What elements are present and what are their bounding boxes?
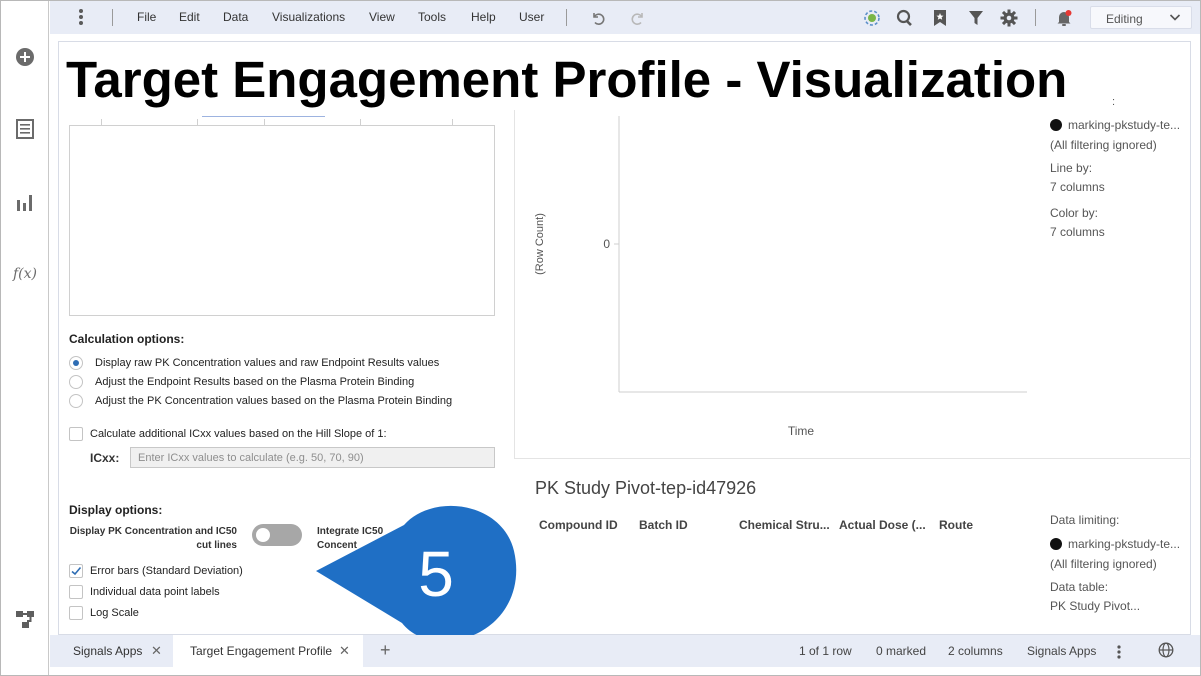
preview-plot-area (69, 125, 495, 316)
left-rail: f(x) (1, 1, 49, 675)
y-axis-label: (Row Count) (534, 213, 546, 275)
table-marking-text: marking-pkstudy-te... (1068, 537, 1181, 551)
tab-label: Target Engagement Profile (190, 644, 333, 658)
legend-marking-text: marking-pkstudy-te... (1068, 118, 1181, 132)
log-scale-label: Log Scale (90, 607, 139, 619)
search-icon[interactable] (895, 8, 915, 28)
menu-user[interactable]: User (519, 10, 544, 24)
column-header[interactable]: Chemical Stru... (739, 518, 830, 532)
radio-adjust-endpoint-label: Adjust the Endpoint Results based on the… (95, 376, 415, 388)
check-icon (71, 566, 82, 576)
column-header[interactable]: Actual Dose (... (839, 518, 926, 532)
data-table-value[interactable]: PK Study Pivot... (1050, 599, 1140, 613)
icxx-input[interactable] (130, 447, 495, 468)
legend-line-by-value[interactable]: 7 columns (1050, 180, 1105, 194)
menu-edit[interactable]: Edit (179, 10, 200, 24)
hierarchy-icon[interactable] (13, 607, 37, 631)
bar-chart-icon[interactable] (13, 190, 37, 214)
marking-dot-icon (1050, 538, 1062, 550)
status-app[interactable]: Signals Apps (1027, 644, 1096, 658)
gear-icon[interactable] (999, 8, 1019, 28)
radio-adjust-endpoint[interactable] (69, 375, 83, 389)
toggle-knob (256, 528, 270, 542)
page-title: Target Engagement Profile - Visualizatio… (66, 51, 1068, 108)
filter-icon[interactable] (966, 8, 986, 28)
column-header[interactable]: Batch ID (639, 518, 688, 532)
icxx-label: ICxx: (90, 451, 120, 465)
radio-raw-values-label: Display raw PK Concentration values and … (95, 357, 440, 369)
column-header[interactable]: Route (939, 518, 973, 532)
add-tab-icon[interactable]: + (380, 640, 391, 661)
menu-file[interactable]: File (137, 10, 156, 24)
mode-dropdown[interactable]: Editing (1090, 6, 1192, 29)
column-header[interactable]: Compound ID (539, 518, 618, 532)
menu-data[interactable]: Data (223, 10, 248, 24)
table-title: PK Study Pivot-tep-id47926 (535, 478, 757, 498)
close-icon[interactable]: ✕ (151, 643, 162, 659)
y-tick-label: 0 (603, 237, 610, 251)
menu-visualizations[interactable]: Visualizations (272, 10, 345, 24)
pk-cutlines-label: Display PK Concentration and IC50 cut li… (69, 525, 237, 553)
error-bars-checkbox[interactable] (69, 564, 83, 578)
error-bars-label: Error bars (Standard Deviation) (90, 565, 243, 577)
menu-separator (112, 9, 113, 26)
pk-cutlines-label-line2: cut lines (196, 540, 237, 551)
data-labels-label: Individual data point labels (90, 586, 220, 598)
data-table-label: Data table: (1050, 580, 1109, 594)
recommendations-icon[interactable] (862, 8, 882, 28)
panel-divider-horizontal (514, 458, 1191, 459)
status-columns: 2 columns (948, 644, 1003, 658)
table-marking[interactable]: marking-pkstudy-te... (1050, 537, 1180, 551)
data-limiting-label: Data limiting: (1050, 513, 1120, 527)
status-rows: 1 of 1 row (799, 644, 852, 658)
status-marked: 0 marked (876, 644, 927, 658)
more-vert-icon[interactable] (1116, 644, 1122, 660)
radio-raw-values[interactable] (69, 356, 83, 370)
display-options-heading: Display options: (69, 503, 163, 517)
legend-line-by-label: Line by: (1050, 161, 1093, 175)
more-vert-icon[interactable] (78, 9, 84, 27)
line-chart[interactable]: 0 Time (Row Count) (520, 110, 1035, 450)
menu-view[interactable]: View (369, 10, 395, 24)
legend-marking[interactable]: marking-pkstudy-te... (1050, 118, 1180, 132)
legend-color-by-label: Color by: (1050, 206, 1099, 220)
tab-target-engagement-profile[interactable]: Target Engagement Profile (173, 635, 363, 667)
menu-separator (566, 9, 567, 26)
menu-separator (1035, 9, 1036, 26)
undo-icon[interactable] (588, 8, 608, 28)
chevron-down-icon (1169, 11, 1181, 26)
tab-label: Signals Apps (73, 644, 143, 658)
marking-dot-icon (1050, 119, 1062, 131)
x-axis-label: Time (788, 424, 815, 438)
log-scale-checkbox[interactable] (69, 606, 83, 620)
callout-number: 5 (418, 538, 454, 610)
menu-tools[interactable]: Tools (418, 10, 446, 24)
add-icon[interactable] (13, 45, 37, 69)
bookmark-icon[interactable] (930, 8, 950, 28)
legend-filtering: (All filtering ignored) (1050, 138, 1157, 152)
pk-cutlines-toggle[interactable] (252, 524, 302, 546)
close-icon[interactable]: ✕ (339, 643, 350, 659)
mode-label: Editing (1106, 12, 1143, 26)
menu-bar: File Edit Data Visualizations View Tools… (50, 1, 1200, 34)
panel-header-line (202, 116, 325, 117)
function-icon[interactable]: f(x) (13, 262, 37, 286)
data-labels-checkbox[interactable] (69, 585, 83, 599)
panel-divider-vertical (514, 110, 515, 458)
radio-adjust-pk[interactable] (69, 394, 83, 408)
redo-icon[interactable] (628, 8, 648, 28)
globe-icon[interactable] (1158, 642, 1176, 660)
data-table-icon[interactable] (13, 117, 37, 141)
pk-cutlines-label-line1: Display PK Concentration and IC50 (69, 526, 237, 537)
notification-bell-icon[interactable] (1054, 8, 1074, 28)
radio-adjust-pk-label: Adjust the PK Concentration values based… (95, 395, 453, 407)
hill-slope-checkbox[interactable] (69, 427, 83, 441)
legend-title-colon: : (1112, 96, 1116, 108)
legend-color-by-value[interactable]: 7 columns (1050, 225, 1105, 239)
menu-help[interactable]: Help (471, 10, 496, 24)
calculation-options-heading: Calculation options: (69, 332, 185, 346)
table-filtering: (All filtering ignored) (1050, 557, 1157, 571)
hill-slope-label: Calculate additional ICxx values based o… (90, 428, 387, 440)
